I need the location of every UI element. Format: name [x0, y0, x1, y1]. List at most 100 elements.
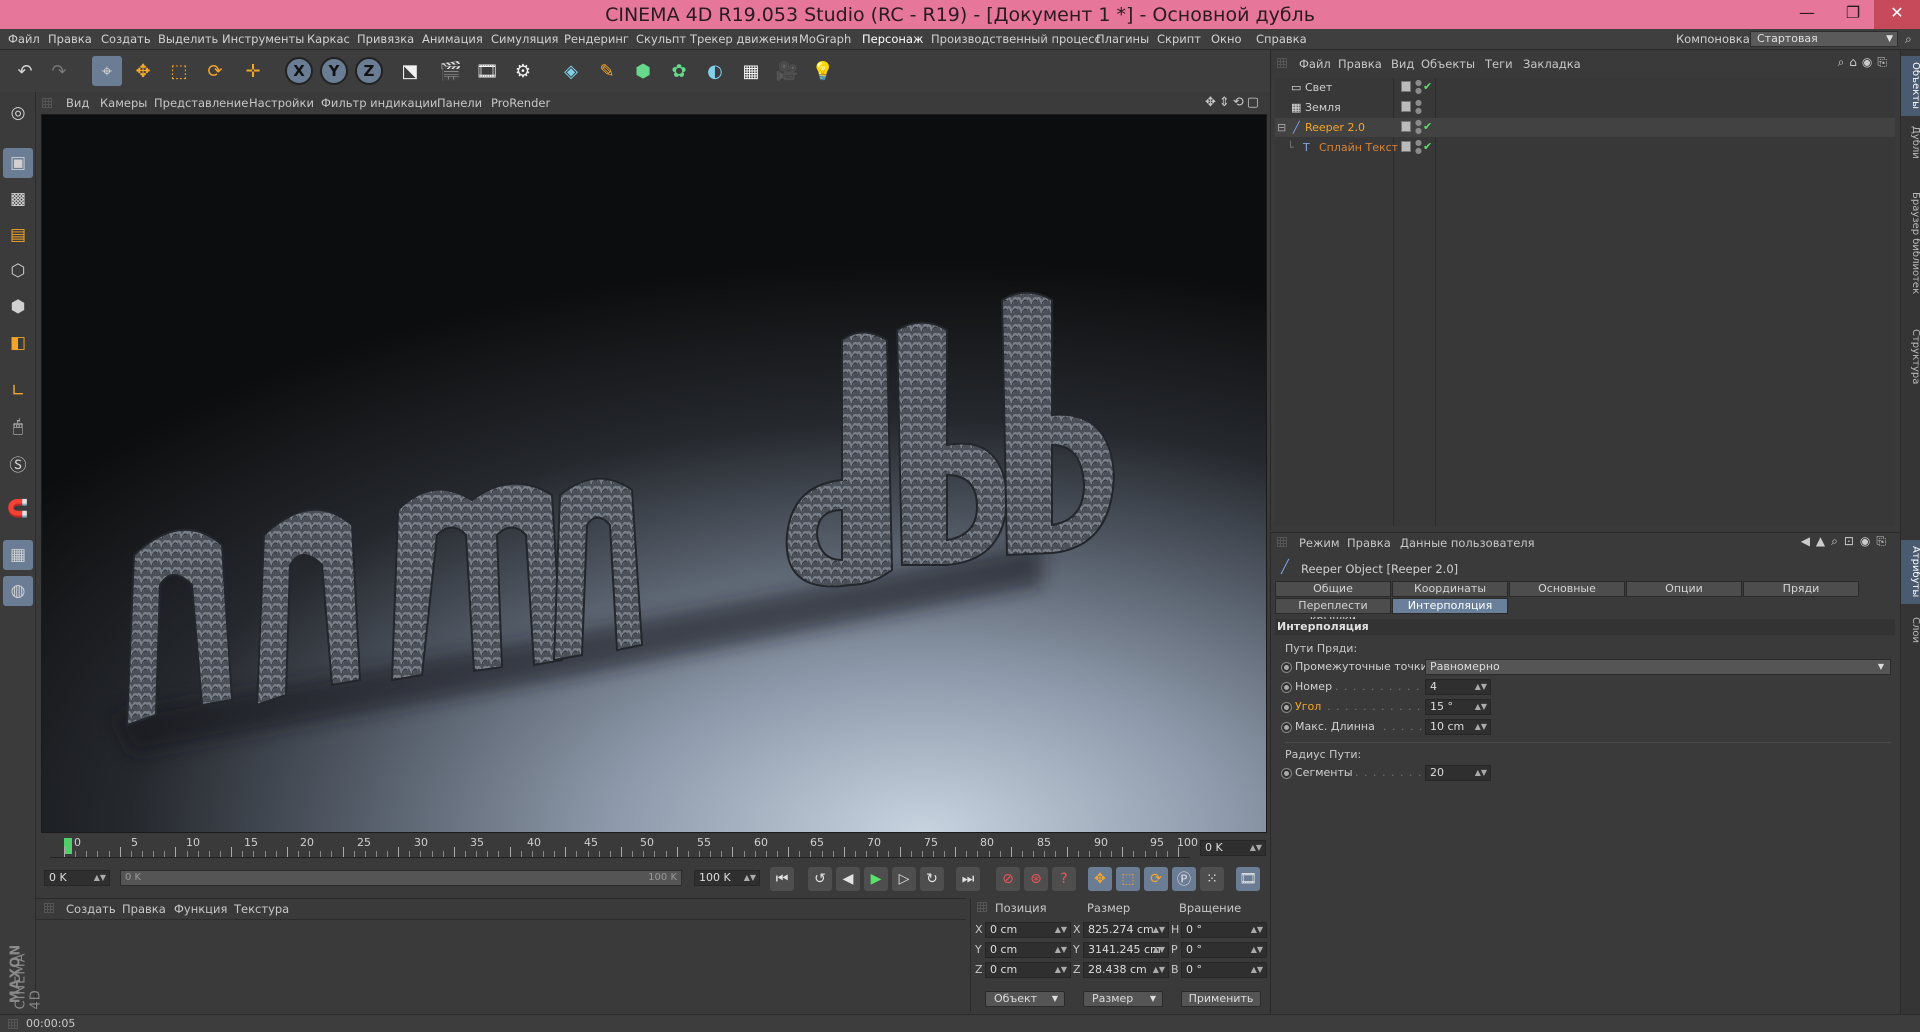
live-select-icon[interactable]: ✛ — [238, 56, 268, 86]
menu-edit[interactable]: Правка — [48, 32, 92, 46]
menu-sculpt[interactable]: Скульпт — [636, 32, 686, 46]
render-picture-viewer-icon[interactable]: 🎞 — [472, 56, 502, 86]
attr-menu-user-data[interactable]: Данные пользователя — [1400, 536, 1535, 550]
enabled-check-icon[interactable]: ✔ — [1423, 80, 1432, 93]
visibility-dots-icon[interactable]: ● ● — [1415, 139, 1422, 155]
menu-file[interactable]: Файл — [8, 32, 40, 46]
objmgr-menu-edit[interactable]: Правка — [1338, 57, 1382, 71]
enabled-check-icon[interactable]: ✔ — [1423, 140, 1432, 153]
rot-h-field[interactable]: 0 ° ▲▼ — [1181, 922, 1267, 938]
menu-render[interactable]: Рендеринг — [564, 32, 629, 46]
menu-create[interactable]: Создать — [101, 32, 151, 46]
cloner-icon[interactable]: ✿ — [664, 56, 694, 86]
viewport-menu-panels[interactable]: Панели — [437, 96, 482, 110]
timeline[interactable]: 0 5 10 15 20 25 30 35 40 45 50 55 60 65 … — [36, 834, 1268, 860]
material-menu-function[interactable]: Функция — [174, 902, 227, 916]
workplane-grid-icon[interactable]: ▦ — [3, 540, 33, 570]
preview-range-slider[interactable]: 0 K 100 K — [120, 870, 682, 886]
objmgr-menu-tags[interactable]: Теги — [1485, 57, 1513, 71]
maximize-button[interactable]: ❐ — [1830, 0, 1876, 29]
make-editable-icon[interactable]: ◎ — [3, 98, 33, 128]
side-tab-attributes[interactable]: Атрибуты — [1901, 540, 1920, 604]
attr-menu-edit[interactable]: Правка — [1347, 536, 1391, 550]
key-pla-icon[interactable]: ⁙ — [1200, 867, 1224, 891]
panel-grip[interactable] — [42, 98, 52, 108]
viewport-menu-cameras[interactable]: Камеры — [100, 96, 147, 110]
size-x-field[interactable]: 825.274 cm ▲▼ — [1083, 922, 1169, 938]
material-menu-texture[interactable]: Текстура — [234, 902, 289, 916]
axis-mode-icon[interactable]: ∟ — [3, 376, 33, 406]
floor-icon[interactable]: ▦ — [736, 56, 766, 86]
snap-icon[interactable]: Ⓢ — [3, 448, 33, 478]
panel-grip[interactable] — [8, 1019, 18, 1029]
viewport-menu-view[interactable]: Вид — [66, 96, 89, 110]
side-tab-layers[interactable]: Слои — [1901, 610, 1920, 650]
key-rotation-icon[interactable]: ⟳ — [1144, 867, 1168, 891]
layer-tag-icon[interactable] — [1401, 141, 1411, 152]
size-y-field[interactable]: 3141.245 cm ▲▼ — [1083, 942, 1169, 958]
angle-field[interactable]: 15 ° ▲▼ — [1425, 699, 1491, 715]
model-mode-icon[interactable]: ▣ — [3, 148, 33, 178]
material-menu-create[interactable]: Создать — [66, 902, 116, 916]
playhead[interactable] — [64, 838, 72, 854]
camera-icon[interactable]: 🎥 — [772, 56, 802, 86]
menu-animate[interactable]: Анимация — [422, 32, 483, 46]
tab-options[interactable]: Опции — [1626, 581, 1742, 597]
next-key-icon[interactable]: ↻ — [920, 867, 944, 891]
viewport-menu-prorender[interactable]: ProRender — [491, 96, 550, 110]
panel-grip[interactable] — [44, 903, 54, 913]
side-tab-objects[interactable]: Объекты — [1901, 56, 1920, 116]
tab-cap-weave[interactable]: Переплести крышки — [1275, 598, 1391, 626]
panel-grip[interactable] — [1277, 537, 1287, 547]
keyframe-selection-icon[interactable]: ? — [1052, 867, 1076, 891]
object-list[interactable]: ▭ Свет ● ● ✔ ▦ Земля ● ● ⊟ ╱ Reeper 2.0 ● ●… — [1275, 78, 1895, 526]
object-row-floor[interactable]: ▦ Земля ● ● — [1275, 98, 1895, 117]
key-parameter-icon[interactable]: Ⓟ — [1172, 867, 1196, 891]
menu-simulate[interactable]: Симуляция — [491, 32, 558, 46]
key-scale-icon[interactable]: ⬚ — [1116, 867, 1140, 891]
material-list[interactable] — [36, 919, 966, 1013]
visibility-dots-icon[interactable]: ● ● — [1415, 99, 1422, 115]
texture-mode-icon[interactable]: ▩ — [3, 184, 33, 214]
tweak-mode-icon[interactable]: 🖱 — [3, 412, 33, 442]
menu-mesh[interactable]: Каркас — [307, 32, 350, 46]
magnet-icon[interactable]: 🧲 — [3, 494, 33, 524]
tab-strands[interactable]: Пряди — [1743, 581, 1859, 597]
menu-mograph[interactable]: MoGraph — [799, 32, 851, 46]
viewport-nav-icons[interactable]: ✥⇕⟲▢ — [1205, 95, 1262, 110]
rot-p-field[interactable]: 0 ° ▲▼ — [1181, 942, 1267, 958]
key-position-icon[interactable]: ✥ — [1088, 867, 1112, 891]
number-field[interactable]: 4 ▲▼ — [1425, 679, 1491, 695]
polygons-mode-icon[interactable]: ◧ — [3, 328, 33, 358]
panel-grip[interactable] — [977, 902, 987, 912]
object-row-spline-text[interactable]: └ T Сплайн Текст ● ● ✔ — [1275, 138, 1895, 157]
record-icon[interactable]: ⊘ — [996, 867, 1020, 891]
animate-radio[interactable] — [1281, 702, 1292, 713]
render-view-icon[interactable]: 🎬 — [436, 56, 466, 86]
attr-menu-mode[interactable]: Режим — [1299, 536, 1340, 550]
axis-x-lock[interactable]: X — [285, 57, 313, 85]
undo-icon[interactable]: ↶ — [10, 56, 40, 86]
objmgr-menu-objects[interactable]: Объекты — [1421, 57, 1475, 71]
current-frame-field[interactable]: 0 K ▲▼ — [1200, 840, 1266, 856]
objmgr-menu-view[interactable]: Вид — [1391, 57, 1414, 71]
menu-plugins[interactable]: Плагины — [1096, 32, 1149, 46]
collapse-icon[interactable]: ⊟ — [1277, 121, 1286, 134]
select-tool-icon[interactable]: ⌖ — [92, 56, 122, 86]
next-frame-icon[interactable]: ▷ — [892, 867, 916, 891]
segments-field[interactable]: 20 ▲▼ — [1425, 765, 1491, 781]
go-to-end-icon[interactable]: ⏭ — [956, 867, 980, 891]
redo-icon[interactable]: ↷ — [44, 56, 74, 86]
layer-tag-icon[interactable] — [1401, 101, 1411, 112]
light-icon[interactable]: 💡 — [808, 56, 838, 86]
scale-tool-icon[interactable]: ⬚ — [164, 56, 194, 86]
tab-basic[interactable]: Общие — [1275, 581, 1391, 597]
side-tab-takes[interactable]: Дубли — [1901, 120, 1920, 164]
pos-z-field[interactable]: 0 cm ▲▼ — [985, 962, 1071, 978]
side-tab-structure[interactable]: Структура — [1901, 322, 1920, 392]
layout-select[interactable]: Стартовая ▼ — [1750, 31, 1898, 47]
menu-snap[interactable]: Привязка — [357, 32, 414, 46]
object-row-reeper[interactable]: ⊟ ╱ Reeper 2.0 ● ● ✔ — [1275, 118, 1895, 137]
edges-mode-icon[interactable]: ⬢ — [3, 292, 33, 322]
menu-script[interactable]: Скрипт — [1157, 32, 1201, 46]
